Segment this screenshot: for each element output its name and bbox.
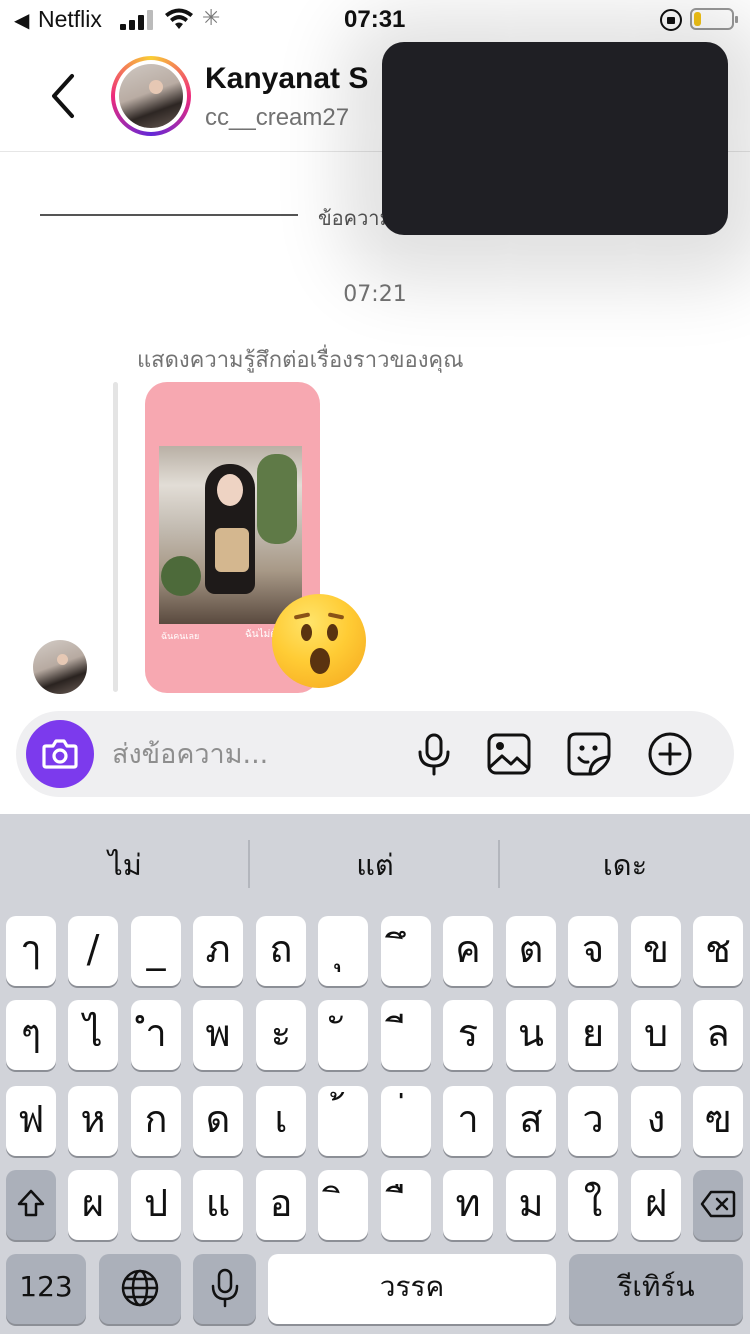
- back-chevron-icon[interactable]: [44, 70, 84, 122]
- space-key[interactable]: วรรค: [268, 1254, 556, 1324]
- suggestion-item[interactable]: ไม่: [0, 842, 250, 888]
- key[interactable]: /: [68, 916, 118, 986]
- shift-arrow-icon: [17, 1189, 45, 1217]
- wifi-icon: [165, 8, 193, 29]
- contact-name[interactable]: Kanyanat S: [205, 62, 368, 96]
- camera-button[interactable]: [26, 720, 94, 788]
- backspace-icon: [700, 1190, 736, 1218]
- key[interactable]: ง: [631, 1086, 681, 1156]
- avatar-photo: [119, 64, 183, 128]
- key[interactable]: ล: [693, 1000, 743, 1070]
- story-photo: [159, 446, 302, 624]
- key[interactable]: ก: [131, 1086, 181, 1156]
- key[interactable]: ิ: [318, 1170, 368, 1240]
- globe-key[interactable]: [99, 1254, 181, 1324]
- key[interactable]: ห: [68, 1086, 118, 1156]
- key[interactable]: _: [131, 916, 181, 986]
- back-to-app-label[interactable]: Netflix: [38, 6, 102, 33]
- sticker-icon[interactable]: [566, 731, 612, 777]
- numbers-key[interactable]: 123: [6, 1254, 86, 1324]
- key[interactable]: ำ: [131, 1000, 181, 1070]
- key[interactable]: ไ: [68, 1000, 118, 1070]
- loading-spinner-icon: ✳: [202, 6, 221, 31]
- suggestion-bar: ไม่ แต่ เดะ: [0, 814, 750, 908]
- return-key[interactable]: รีเทิร์น: [569, 1254, 743, 1324]
- key[interactable]: ะ: [256, 1000, 306, 1070]
- key[interactable]: ้: [318, 1086, 368, 1156]
- key[interactable]: ๅ: [6, 916, 56, 986]
- key[interactable]: ี: [381, 1000, 431, 1070]
- suggestion-item[interactable]: แต่: [250, 842, 500, 888]
- key[interactable]: ภ: [193, 916, 243, 986]
- clock: 07:31: [344, 6, 406, 33]
- key[interactable]: ว: [568, 1086, 618, 1156]
- astonished-emoji-icon[interactable]: [272, 594, 366, 688]
- story-reaction-label: แสดงความรู้สึกต่อเรื่องราวของคุณ: [137, 348, 464, 373]
- key[interactable]: อ: [256, 1170, 306, 1240]
- key[interactable]: ุ: [318, 916, 368, 986]
- backspace-key[interactable]: [693, 1170, 743, 1240]
- cellular-signal-icon: [120, 10, 154, 30]
- key[interactable]: ต: [506, 916, 556, 986]
- key[interactable]: ฃ: [693, 1086, 743, 1156]
- battery-icon: [690, 8, 738, 30]
- key[interactable]: ถ: [256, 916, 306, 986]
- key[interactable]: ป: [131, 1170, 181, 1240]
- status-bar: ◀ Netflix ✳ 07:31: [0, 0, 750, 40]
- key[interactable]: บ: [631, 1000, 681, 1070]
- gallery-icon[interactable]: [486, 731, 532, 777]
- camera-icon: [42, 739, 78, 769]
- more-options-plus-icon[interactable]: [647, 731, 693, 777]
- key[interactable]: ค: [443, 916, 493, 986]
- battery-level: [694, 12, 701, 26]
- key[interactable]: น: [506, 1000, 556, 1070]
- key[interactable]: เ: [256, 1086, 306, 1156]
- key[interactable]: ื: [381, 1170, 431, 1240]
- shift-key[interactable]: [6, 1170, 56, 1240]
- key[interactable]: แ: [193, 1170, 243, 1240]
- contact-avatar[interactable]: [111, 56, 191, 136]
- message-input[interactable]: [112, 731, 402, 777]
- key[interactable]: า: [443, 1086, 493, 1156]
- unread-divider-line: [40, 214, 298, 216]
- message-composer: [16, 711, 734, 797]
- back-to-app-icon[interactable]: ◀: [14, 8, 29, 32]
- key[interactable]: จ: [568, 916, 618, 986]
- story-caption-left: ฉันคนเลย: [161, 632, 200, 642]
- key[interactable]: ส: [506, 1086, 556, 1156]
- key[interactable]: ๆ: [6, 1000, 56, 1070]
- key[interactable]: ั: [318, 1000, 368, 1070]
- reply-indicator-bar: [113, 382, 118, 692]
- key[interactable]: ใ: [568, 1170, 618, 1240]
- key[interactable]: ย: [568, 1000, 618, 1070]
- microphone-icon: [211, 1268, 238, 1308]
- key[interactable]: ผ: [68, 1170, 118, 1240]
- contact-username[interactable]: cc__cream27: [205, 104, 349, 132]
- key[interactable]: พ: [193, 1000, 243, 1070]
- key[interactable]: ช: [693, 916, 743, 986]
- key[interactable]: ข: [631, 916, 681, 986]
- message-timestamp: 07:21: [343, 282, 407, 307]
- sender-avatar[interactable]: [33, 640, 87, 694]
- key[interactable]: ท: [443, 1170, 493, 1240]
- orientation-lock-icon: [660, 9, 682, 31]
- key[interactable]: ฟ: [6, 1086, 56, 1156]
- key[interactable]: ฝ: [631, 1170, 681, 1240]
- suggestion-item[interactable]: เดะ: [500, 842, 750, 888]
- microphone-icon[interactable]: [411, 731, 457, 777]
- key[interactable]: ม: [506, 1170, 556, 1240]
- redaction-box: [382, 42, 728, 235]
- key[interactable]: ่: [381, 1086, 431, 1156]
- dictation-key[interactable]: [193, 1254, 256, 1324]
- globe-icon: [121, 1269, 159, 1307]
- key[interactable]: ร: [443, 1000, 493, 1070]
- thai-keyboard: ไม่ แต่ เดะ ๅ / _ ภ ถ ุ ึ ค ต จ ข ช ๆ ไ …: [0, 814, 750, 1334]
- key[interactable]: ึ: [381, 916, 431, 986]
- key[interactable]: ด: [193, 1086, 243, 1156]
